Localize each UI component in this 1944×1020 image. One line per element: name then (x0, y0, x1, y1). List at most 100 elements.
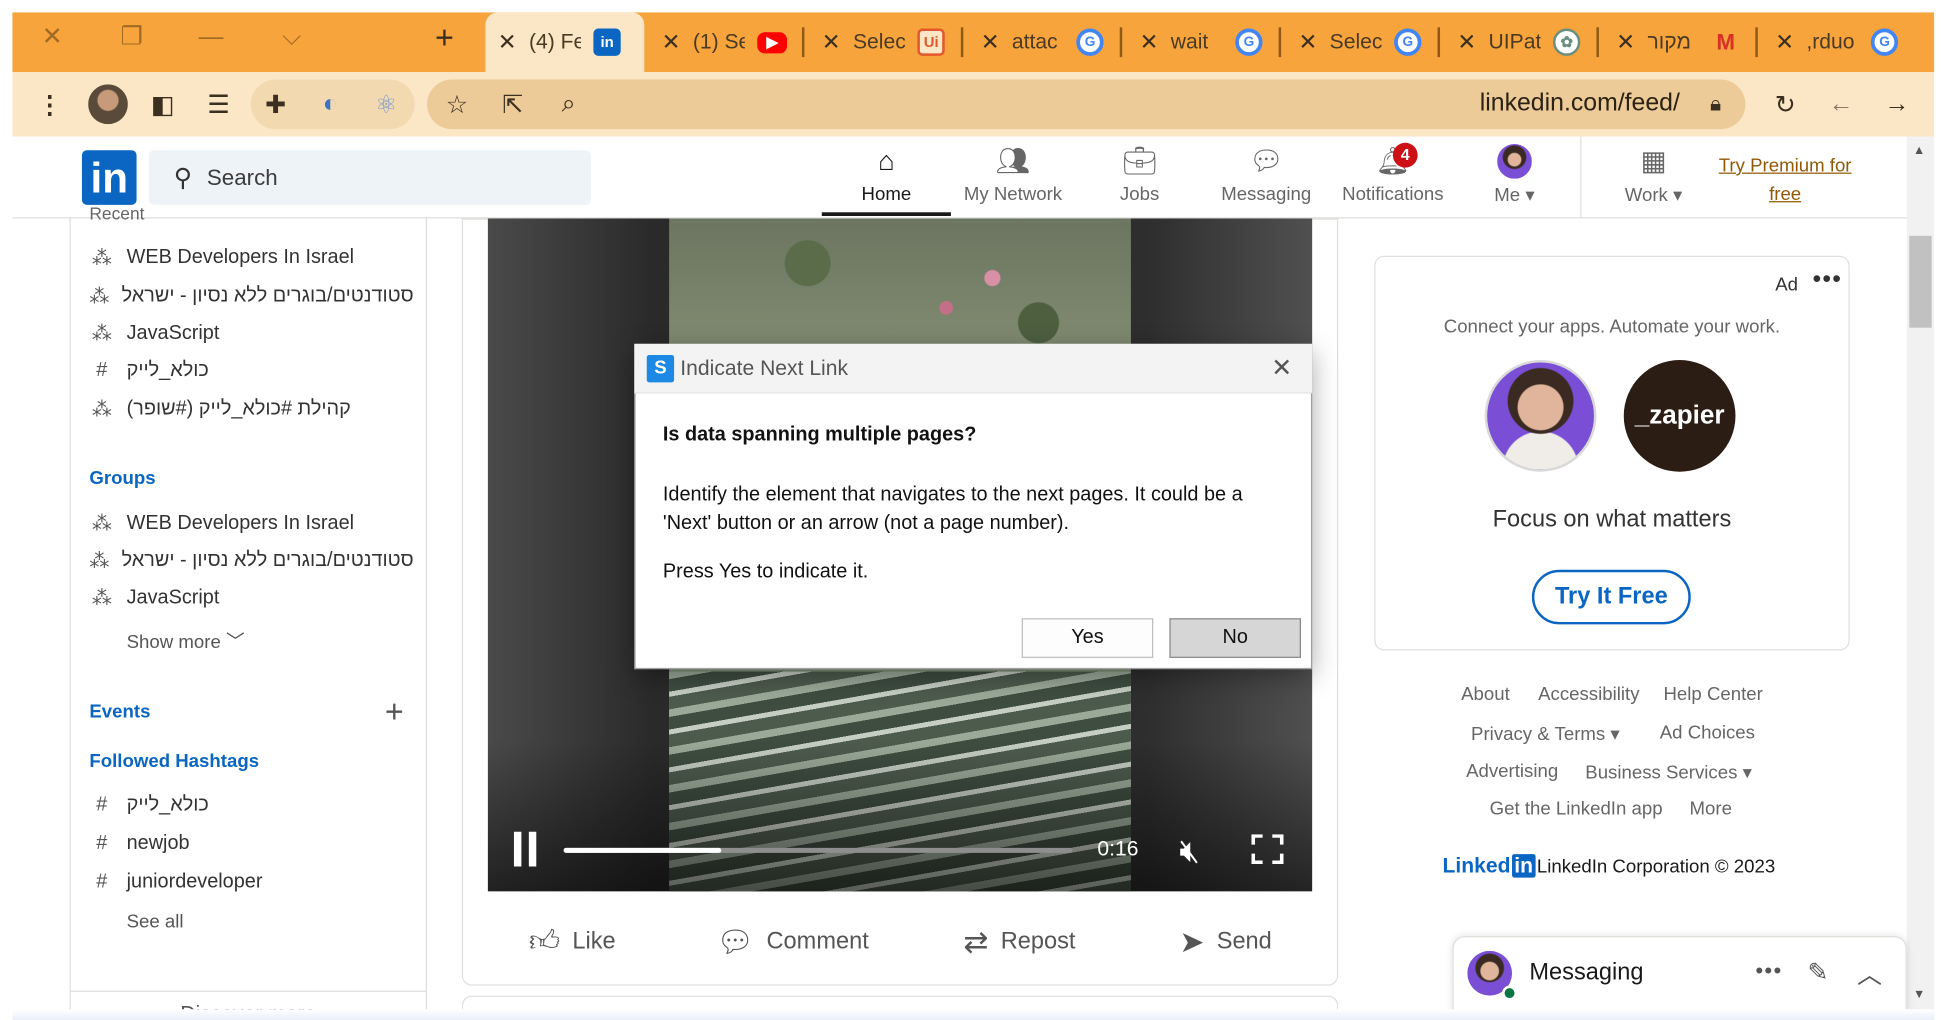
share-icon[interactable]: ⇱ (495, 87, 530, 122)
action-label: Send (1216, 928, 1272, 955)
like-button[interactable]: 👍︎ Like (529, 921, 616, 963)
sidebar-item-group[interactable]: ⁂ WEB Developers In Israel (89, 509, 354, 539)
sidebar-item-recent[interactable]: ⁂ קהילת #כולא_לייק (#שופר) (89, 395, 351, 425)
chevron-up-icon[interactable]: ︿ (1857, 955, 1882, 991)
tab-youtube[interactable]: ✕ (1) Se ▶ (649, 12, 799, 72)
extension-icon[interactable]: ◐ (313, 87, 348, 122)
tab-google-last[interactable]: ✕ ,rduo G (1763, 12, 1911, 72)
scroll-up-arrow-icon[interactable]: ▲ (1913, 144, 1925, 158)
profile-avatar[interactable] (88, 84, 128, 125)
search-input[interactable]: ⚲ Search (148, 150, 591, 205)
sidebar-item-hashtag[interactable]: # newjob (89, 829, 189, 859)
send-button[interactable]: ➤ Send (1179, 921, 1271, 963)
grid-icon: ▦ (1640, 145, 1667, 177)
tab-close-icon[interactable]: ✕ (1775, 29, 1794, 55)
chevron-down-icon: ▾ (1673, 184, 1683, 207)
close-window-icon[interactable]: ✕ (37, 22, 67, 52)
browser-menu-icon[interactable]: ⋮ (32, 87, 67, 122)
tab-close-icon[interactable]: ✕ (822, 29, 841, 55)
groups-heading[interactable]: Groups (89, 468, 155, 489)
tab-linkedin-feed[interactable]: ✕ (4) Fe in (485, 12, 645, 73)
tab-close-icon[interactable]: ✕ (498, 29, 517, 55)
footer-link-business-services[interactable]: Business Services ▾ (1585, 761, 1752, 783)
new-tab-plus-icon[interactable]: + (430, 21, 460, 53)
repost-button[interactable]: ⇄ Repost (963, 921, 1075, 963)
tab-close-icon[interactable]: ✕ (662, 29, 681, 55)
show-more-button[interactable]: Show more ﹀ (127, 628, 245, 654)
tab-close-icon[interactable]: ✕ (1299, 29, 1318, 55)
tab-google-wait[interactable]: ✕ wait G (1127, 12, 1275, 72)
back-arrow-icon[interactable]: → (1879, 87, 1914, 122)
bookmark-star-icon[interactable]: ☆ (439, 87, 474, 122)
tab-google-attach[interactable]: ✕ attac G (968, 12, 1116, 72)
minimize-window-icon[interactable]: — (196, 22, 226, 52)
tab-close-icon[interactable]: ✕ (1457, 29, 1476, 55)
scrollbar-thumb[interactable] (1909, 235, 1932, 328)
nav-jobs[interactable]: 💼︎ Jobs (1075, 144, 1204, 216)
no-button[interactable]: No (1169, 618, 1301, 658)
sidebar-item-recent[interactable]: # כולא_לייק (89, 356, 209, 386)
ad-menu-icon[interactable]: ••• (1812, 266, 1842, 295)
hashtag-icon: # (96, 794, 108, 816)
lock-icon[interactable]: 🔒︎ (1698, 87, 1733, 122)
react-devtools-icon[interactable]: ⚛ (369, 87, 404, 122)
events-heading[interactable]: Events (89, 701, 150, 722)
yes-button[interactable]: Yes (1021, 618, 1154, 658)
linkedin-logo[interactable]: in (81, 150, 137, 205)
nav-my-network[interactable]: 👥︎ My Network (948, 144, 1077, 216)
footer-link-get-app[interactable]: Get the LinkedIn app (1490, 798, 1663, 819)
messaging-title[interactable]: Messaging (1529, 960, 1643, 987)
try-premium-link[interactable]: Try Premium for free (1713, 151, 1857, 208)
messaging-more-icon[interactable]: ••• (1755, 958, 1782, 984)
footer-link-privacy-terms[interactable]: Privacy & Terms ▾ (1471, 722, 1620, 745)
restore-window-icon[interactable]: ❐ (117, 22, 147, 52)
sidebar-item-group[interactable]: ⁂ סטודנטים/בוגרים ללא נסיון - ישראל... (89, 546, 414, 576)
try-it-free-button[interactable]: Try It Free (1531, 569, 1691, 625)
sidebar-item-recent[interactable]: ⁂ JavaScript (89, 319, 219, 349)
pause-icon[interactable] (513, 831, 541, 867)
followed-hashtags-heading[interactable]: Followed Hashtags (89, 751, 259, 772)
dialog-close-icon[interactable]: ✕ (1271, 353, 1292, 384)
url-text[interactable]: linkedin.com/feed/ (1480, 89, 1689, 118)
tab-search-chevron-icon[interactable]: ⌵ (277, 22, 307, 52)
footer-link-more[interactable]: More (1690, 798, 1732, 819)
forward-arrow-icon[interactable]: ← (1824, 87, 1859, 122)
mute-icon[interactable]: 🔇︎ (1179, 832, 1199, 872)
footer-link-accessibility[interactable]: Accessibility (1538, 684, 1639, 705)
nav-messaging[interactable]: 💬︎ Messaging (1202, 144, 1331, 216)
nav-me[interactable]: Me ▾ (1450, 144, 1579, 216)
tab-separator (1596, 27, 1599, 58)
messaging-overlay-bar[interactable] (1452, 936, 1907, 1020)
compose-icon[interactable]: ✎ (1807, 957, 1828, 988)
tab-uipath-select[interactable]: ✕ Selec Ui (809, 12, 957, 72)
footer-link-advertising[interactable]: Advertising (1466, 761, 1558, 782)
footer-link-help-center[interactable]: Help Center (1663, 684, 1762, 705)
comment-button[interactable]: 💬︎ Comment (716, 921, 868, 963)
sidebar-item-group[interactable]: ⁂ JavaScript (89, 583, 219, 613)
video-time: 0:16 (1097, 836, 1139, 861)
see-all-link[interactable]: See all (127, 911, 184, 932)
sidebar-item-hashtag[interactable]: # כולא_לייק (89, 791, 209, 821)
footer-link-about[interactable]: About (1461, 684, 1510, 705)
tab-chatgpt-uipath[interactable]: ✕ UIPat ✿ (1445, 12, 1593, 72)
sidebar-icon[interactable]: ◧ (145, 87, 180, 122)
briefcase-icon: 💼︎ (1122, 145, 1157, 177)
extensions-puzzle-icon[interactable]: ✚ (258, 87, 293, 122)
nav-home[interactable]: ⌂ Home (821, 144, 951, 217)
tab-close-icon[interactable]: ✕ (1616, 29, 1635, 55)
chat-icon: 💬︎ (1248, 145, 1284, 177)
tab-gmail[interactable]: ✕ מקור M (1604, 12, 1752, 72)
zoom-icon[interactable]: ⌕ (551, 87, 586, 122)
sidebar-item-recent[interactable]: ⁂ סטודנטים/בוגרים ללא נסיון - ישראל... (89, 282, 414, 312)
tab-close-icon[interactable]: ✕ (1140, 29, 1159, 55)
scroll-down-arrow-icon[interactable]: ▼ (1913, 988, 1925, 1002)
tab-google-select[interactable]: ✕ Selec G (1286, 12, 1434, 72)
sidebar-item-recent[interactable]: ⁂ WEB Developers In Israel (89, 243, 354, 273)
reload-icon[interactable]: ↻ (1768, 87, 1803, 122)
sidebar-item-hashtag[interactable]: # juniordeveloper (89, 868, 262, 898)
tab-close-icon[interactable]: ✕ (981, 29, 1000, 55)
add-event-plus-icon[interactable]: + (385, 695, 404, 727)
reading-list-icon[interactable]: ☰ (201, 87, 236, 122)
footer-link-ad-choices[interactable]: Ad Choices (1660, 722, 1755, 743)
nav-work[interactable]: ▦ Work ▾ (1589, 144, 1718, 216)
